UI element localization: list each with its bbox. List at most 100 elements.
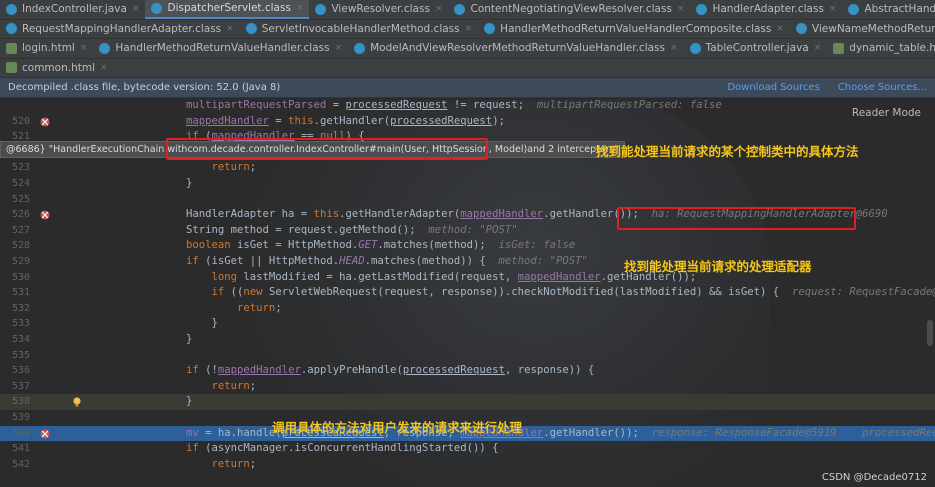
code-line[interactable]: 524} <box>0 176 935 192</box>
close-icon[interactable]: × <box>670 43 678 53</box>
code-line[interactable]: 542 return; <box>0 457 935 473</box>
tab-contentnegotiatingviewresolver-class[interactable]: ContentNegotiatingViewResolver.class × <box>448 0 690 19</box>
code-line[interactable]: multipartRequestParsed = processedReques… <box>0 100 935 114</box>
java-class-icon <box>484 23 496 35</box>
breakpoint-icon[interactable] <box>40 210 50 220</box>
line-number: 538 <box>11 396 30 408</box>
breakpoint-icon[interactable] <box>40 117 50 127</box>
line-number: 530 <box>11 271 30 283</box>
close-icon[interactable]: × <box>335 43 343 53</box>
line-number: 536 <box>11 365 30 377</box>
line-number: 541 <box>11 443 30 455</box>
close-icon[interactable]: × <box>465 24 473 34</box>
code-line[interactable]: 531 if ((new ServletWebRequest(request, … <box>0 285 935 301</box>
reader-mode-button[interactable]: Reader Mode <box>852 107 921 119</box>
code-text: String method = request.getMethod(); met… <box>186 223 518 236</box>
java-class-icon <box>6 23 17 35</box>
tab-label: login.html <box>22 42 75 55</box>
line-number: 534 <box>11 334 30 345</box>
line-number: 526 <box>11 209 30 221</box>
code-line[interactable]: 520 mappedHandler = this.getHandler(proce… <box>0 114 935 130</box>
tab-handlermethodreturnvaluehandlercomposite-class[interactable]: HandlerMethodReturnValueHandlerComposite… <box>478 20 790 39</box>
tab-dynamic-table-html[interactable]: dynamic_table.html× <box>827 39 935 58</box>
breakpoint-icon[interactable] <box>40 429 50 439</box>
tab-row-2: RequestMappingHandlerAdapter.class × Servl… <box>0 20 935 39</box>
java-class-icon <box>689 42 701 54</box>
line-number: 540 <box>11 427 30 439</box>
line-number: 528 <box>11 240 30 252</box>
interface-icon <box>99 42 111 54</box>
java-class-icon <box>795 23 807 35</box>
code-text: return; <box>211 161 257 174</box>
tab-indexcontroller-java[interactable]: IndexController.java × <box>0 0 145 19</box>
tab-label: ViewResolver.class <box>331 3 430 16</box>
close-icon[interactable]: × <box>226 24 234 34</box>
tab-tablecontroller-java[interactable]: TableController.java × <box>684 39 828 58</box>
line-number: 542 <box>11 458 30 470</box>
code-line[interactable]: 536 if (!mappedHandler.applyPreHandle(pro… <box>0 363 935 379</box>
line-number: 524 <box>11 178 30 189</box>
tab-login-html[interactable]: login.html × <box>0 39 93 58</box>
java-class-icon <box>454 3 466 15</box>
close-icon[interactable]: × <box>132 4 140 14</box>
html-icon <box>833 42 845 54</box>
choose-sources-link[interactable]: Choose Sources... <box>838 82 927 93</box>
code-line[interactable]: 525 <box>0 192 935 208</box>
close-icon[interactable]: × <box>100 63 108 73</box>
line-number: 535 <box>11 349 30 361</box>
tab-label: RequestMappingHandlerAdapter.class <box>22 22 222 35</box>
tab-row-4: common.html × <box>0 59 935 78</box>
tab-label: ServletInvocableHandlerMethod.class <box>261 22 460 35</box>
tab-handlermethodreturnvaluehandler-class[interactable]: HandlerMethodReturnValueHandler.class × <box>93 39 348 58</box>
lightbulb-icon[interactable] <box>72 397 82 407</box>
tab-label: HandlerMethodReturnValueHandler.class <box>115 42 330 55</box>
tab-label: AbstractHandlerMethodAdapter.class <box>864 3 935 16</box>
editor-scrollbar-thumb[interactable] <box>927 320 933 346</box>
annotation-handler-method: 找到能处理当前请求的某个控制类中的具体方法 <box>596 144 859 159</box>
code-line[interactable]: 535 <box>0 348 935 364</box>
line-number: 533 <box>11 318 30 330</box>
tab-label: IndexController.java <box>22 3 127 16</box>
close-icon[interactable]: × <box>677 4 685 14</box>
handler-adapter-highlight-box <box>617 207 856 230</box>
interface-icon <box>315 3 327 15</box>
code-text: if (isGet || HttpMethod.HEAD.matches(met… <box>186 255 588 267</box>
code-line[interactable]: 534} <box>0 332 935 348</box>
code-line[interactable]: 532 return; <box>0 301 935 317</box>
tab-requestmappinghandleradapter-class[interactable]: RequestMappingHandlerAdapter.class × <box>0 20 240 39</box>
code-line[interactable]: 533 } <box>0 316 935 332</box>
close-icon[interactable]: × <box>829 4 837 14</box>
code-line[interactable]: 537 return; <box>0 379 935 395</box>
tab-handleradapter-class[interactable]: HandlerAdapter.class × <box>690 0 842 19</box>
tab-dispatcherservlet-class[interactable]: DispatcherServlet.class × <box>145 0 310 19</box>
line-number: 531 <box>11 287 30 299</box>
tab-viewresolver-class[interactable]: ViewResolver.class × <box>309 0 448 19</box>
annotation-invoke-handler: 调用具体的方法对用户发来的请求来进行处理 <box>272 420 523 435</box>
code-line[interactable]: 541 if (asyncManager.isConcurrentHandling… <box>0 441 935 457</box>
tab-modelandviewresolvermethodreturnvaluehandler-class[interactable]: ModelAndViewResolverMethodReturnValueHan… <box>348 39 683 58</box>
tab-servletinvocablehandlermethod-class[interactable]: ServletInvocableHandlerMethod.class × <box>240 20 478 39</box>
code-text: } <box>186 317 218 330</box>
code-text: if ((new ServletWebRequest(request, resp… <box>211 286 935 299</box>
interface-icon <box>696 3 708 15</box>
tab-abstracthandlermethodadapter-class[interactable]: AbstractHandlerMethodAdapter.class× <box>842 0 935 19</box>
handler-method-highlight-box <box>166 138 488 160</box>
close-icon[interactable]: × <box>776 24 784 34</box>
code-line[interactable]: 538} <box>0 394 935 410</box>
tab-common-html[interactable]: common.html × <box>0 59 114 78</box>
code-line[interactable]: 523 return; <box>0 160 935 176</box>
close-icon[interactable]: × <box>296 3 304 13</box>
code-text: return; <box>237 301 282 314</box>
tab-label: ContentNegotiatingViewResolver.class <box>470 3 672 16</box>
code-line[interactable]: 528 boolean isGet = HttpMethod.GET.matche… <box>0 238 935 254</box>
line-number: 532 <box>11 302 30 314</box>
java-class-icon <box>354 42 366 54</box>
close-icon[interactable]: × <box>80 43 88 53</box>
tab-viewnamemethodreturnvaluehandler-class[interactable]: ViewNameMethodReturnValueHandler.class× <box>790 20 935 39</box>
annotation-handler-adapter: 找到能处理当前请求的处理适配器 <box>624 259 812 274</box>
code-text: mappedHandler = this.getHandler(processe… <box>186 114 505 127</box>
close-icon[interactable]: × <box>814 43 822 53</box>
html-icon <box>6 62 17 74</box>
close-icon[interactable]: × <box>435 4 443 14</box>
download-sources-link[interactable]: Download Sources <box>727 82 819 93</box>
